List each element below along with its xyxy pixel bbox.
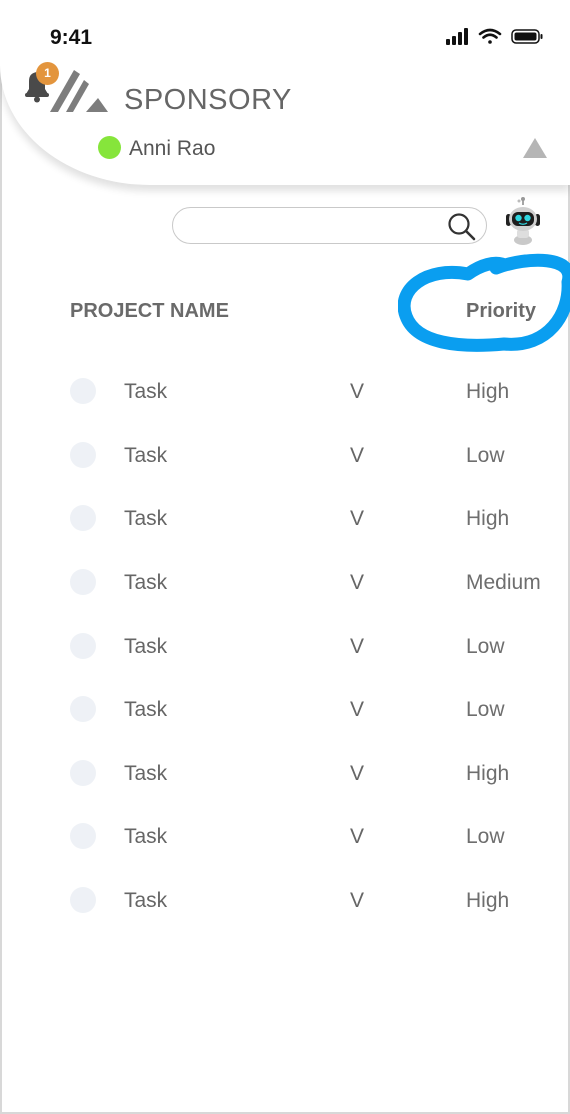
status-time: 9:41 — [50, 26, 93, 49]
row-priority: High — [466, 762, 510, 785]
row-project-name: Task — [124, 507, 168, 530]
status-icons — [446, 28, 543, 45]
row-priority: Medium — [466, 571, 541, 594]
row-project-name: Task — [124, 825, 168, 848]
row-select-circle[interactable] — [70, 823, 96, 849]
collapse-arrow-icon[interactable] — [522, 136, 548, 160]
search-icon[interactable] — [446, 211, 476, 241]
table-row[interactable]: Task V Medium — [0, 560, 570, 604]
chatbot-icon[interactable] — [502, 196, 544, 246]
row-select-circle[interactable] — [70, 760, 96, 786]
row-expand-toggle[interactable]: V — [350, 507, 364, 531]
signal-icon — [446, 28, 468, 45]
brand-name: SPONSORY — [124, 84, 292, 116]
row-expand-toggle[interactable]: V — [350, 889, 364, 913]
row-priority: Low — [466, 698, 505, 721]
row-expand-toggle[interactable]: V — [350, 571, 364, 595]
row-priority: Low — [466, 825, 505, 848]
row-priority: Low — [466, 444, 505, 467]
row-select-circle[interactable] — [70, 633, 96, 659]
table-row[interactable]: Task V High — [0, 751, 570, 795]
row-priority: High — [466, 889, 510, 912]
table-row[interactable]: Task V High — [0, 496, 570, 540]
row-project-name: Task — [124, 444, 168, 467]
row-expand-toggle[interactable]: V — [350, 444, 364, 468]
row-project-name: Task — [124, 380, 168, 403]
row-select-circle[interactable] — [70, 887, 96, 913]
row-priority: Low — [466, 635, 505, 658]
row-project-name: Task — [124, 698, 168, 721]
column-header-priority[interactable]: Priority — [466, 300, 536, 323]
row-expand-toggle[interactable]: V — [350, 380, 364, 404]
row-project-name: Task — [124, 762, 168, 785]
table-row[interactable]: Task V Low — [0, 687, 570, 731]
table-row[interactable]: Task V High — [0, 878, 570, 922]
row-expand-toggle[interactable]: V — [350, 698, 364, 722]
row-select-circle[interactable] — [70, 696, 96, 722]
user-name: Anni Rao — [129, 137, 216, 160]
row-priority: High — [466, 507, 510, 530]
online-status-dot — [98, 136, 121, 159]
column-header-project-name[interactable]: PROJECT NAME — [70, 300, 229, 323]
row-expand-toggle[interactable]: V — [350, 635, 364, 659]
row-priority: High — [466, 380, 510, 403]
row-select-circle[interactable] — [70, 378, 96, 404]
row-select-circle[interactable] — [70, 569, 96, 595]
table-row[interactable]: Task V Low — [0, 433, 570, 477]
battery-icon — [511, 29, 543, 44]
row-expand-toggle[interactable]: V — [350, 825, 364, 849]
search-input[interactable] — [187, 214, 442, 238]
table-row[interactable]: Task V High — [0, 369, 570, 413]
row-project-name: Task — [124, 571, 168, 594]
row-select-circle[interactable] — [70, 505, 96, 531]
table-row[interactable]: Task V Low — [0, 624, 570, 668]
row-project-name: Task — [124, 889, 168, 912]
wifi-icon — [478, 28, 502, 44]
search-box[interactable] — [172, 207, 487, 244]
table-row[interactable]: Task V Low — [0, 814, 570, 858]
row-expand-toggle[interactable]: V — [350, 762, 364, 786]
row-project-name: Task — [124, 635, 168, 658]
sponsory-logo — [50, 70, 108, 112]
row-select-circle[interactable] — [70, 442, 96, 468]
